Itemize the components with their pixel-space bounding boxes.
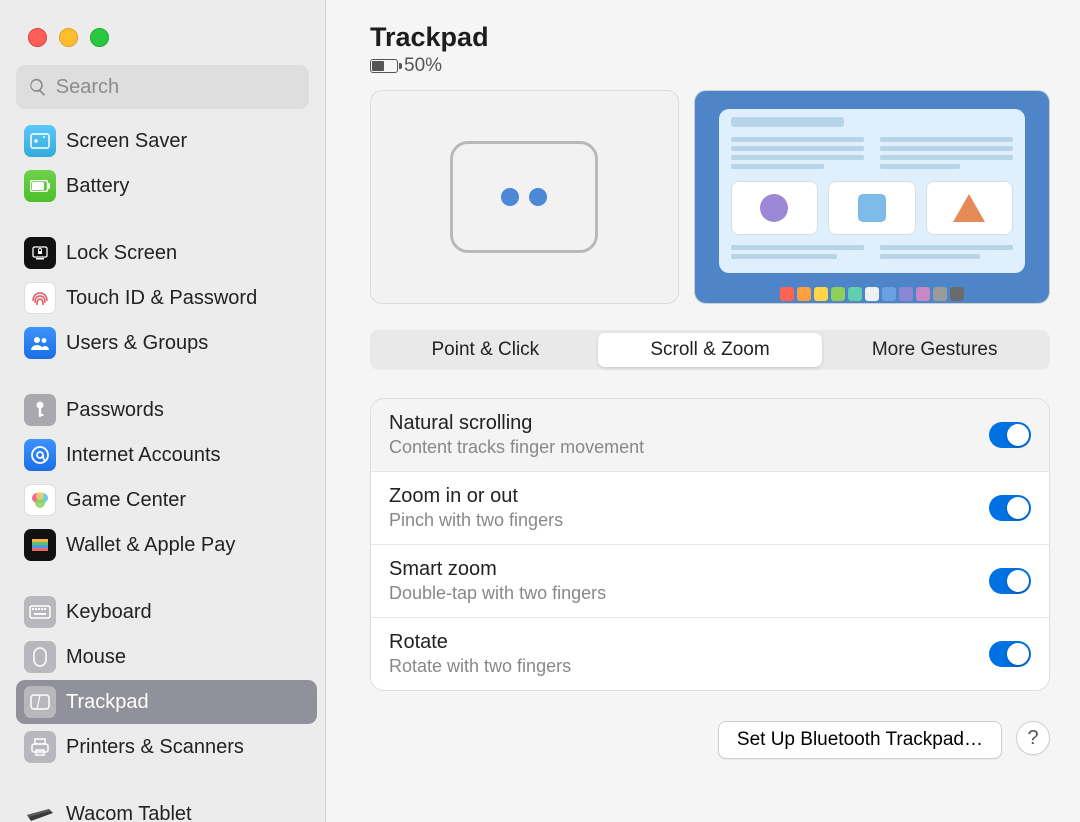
tabs: Point & Click Scroll & Zoom More Gesture… (370, 330, 1050, 370)
search-container (0, 47, 325, 119)
lock-screen-icon (24, 237, 56, 269)
setting-natural-scrolling: Natural scrolling Content tracks finger … (371, 399, 1049, 471)
page-title: Trackpad (370, 22, 1050, 53)
battery-level-icon (370, 59, 398, 73)
trackpad-gesture-preview (370, 90, 679, 304)
tab-scroll-zoom[interactable]: Scroll & Zoom (598, 333, 823, 367)
setting-desc: Double-tap with two fingers (389, 583, 606, 604)
sidebar-item-label: Passwords (66, 399, 164, 422)
sidebar-item-lock-screen[interactable]: Lock Screen (16, 231, 317, 275)
sidebar-item-internet-accounts[interactable]: Internet Accounts (16, 433, 317, 477)
sidebar-item-label: Screen Saver (66, 130, 187, 153)
bottom-row: Set Up Bluetooth Trackpad… ? (370, 721, 1050, 759)
passwords-icon (24, 394, 56, 426)
close-window-button[interactable] (28, 28, 47, 47)
sidebar-item-touch-id[interactable]: Touch ID & Password (16, 276, 317, 320)
sidebar-item-label: Lock Screen (66, 242, 177, 265)
sidebar-item-users-groups[interactable]: Users & Groups (16, 321, 317, 365)
keyboard-icon (24, 596, 56, 628)
sidebar-list: Screen Saver Battery Lock Screen Touch I… (0, 119, 325, 822)
sidebar-item-label: Battery (66, 175, 129, 198)
sidebar-item-screen-saver[interactable]: Screen Saver (16, 119, 317, 163)
sidebar-item-wacom-tablet[interactable]: Wacom Tablet (16, 792, 317, 822)
battery-percent: 50% (404, 55, 442, 77)
wallet-icon (24, 529, 56, 561)
switch-rotate[interactable] (989, 641, 1031, 667)
printers-icon (24, 731, 56, 763)
sidebar-item-label: Trackpad (66, 691, 149, 714)
tab-more-gestures[interactable]: More Gestures (822, 333, 1047, 367)
switch-smart-zoom[interactable] (989, 568, 1031, 594)
wacom-tablet-icon (24, 798, 56, 822)
search-field[interactable] (16, 65, 309, 109)
sidebar-item-trackpad[interactable]: Trackpad (16, 680, 317, 724)
sidebar-item-label: Game Center (66, 489, 186, 512)
sidebar-item-passwords[interactable]: Passwords (16, 388, 317, 432)
setting-title: Rotate (389, 631, 571, 654)
sidebar-item-game-center[interactable]: Game Center (16, 478, 317, 522)
search-input[interactable] (56, 76, 297, 99)
sidebar-item-label: Printers & Scanners (66, 736, 244, 759)
preview-dock (719, 287, 1026, 301)
settings-card: Natural scrolling Content tracks finger … (370, 398, 1050, 691)
setting-zoom-in-or-out: Zoom in or out Pinch with two fingers (371, 471, 1049, 544)
sidebar-item-label: Internet Accounts (66, 444, 221, 467)
setting-desc: Content tracks finger movement (389, 437, 644, 458)
battery-icon (24, 170, 56, 202)
minimize-window-button[interactable] (59, 28, 78, 47)
sidebar: Screen Saver Battery Lock Screen Touch I… (0, 0, 326, 822)
setting-title: Smart zoom (389, 558, 606, 581)
setting-rotate: Rotate Rotate with two fingers (371, 617, 1049, 690)
sidebar-item-keyboard[interactable]: Keyboard (16, 590, 317, 634)
switch-natural-scrolling[interactable] (989, 422, 1031, 448)
game-center-icon (24, 484, 56, 516)
finger-dot-icon (529, 188, 547, 206)
battery-status: 50% (370, 55, 1050, 77)
sidebar-item-battery[interactable]: Battery (16, 164, 317, 208)
sidebar-item-mouse[interactable]: Mouse (16, 635, 317, 679)
setting-desc: Rotate with two fingers (389, 656, 571, 677)
switch-zoom-in-or-out[interactable] (989, 495, 1031, 521)
preview-window (719, 109, 1026, 273)
trackpad-icon (24, 686, 56, 718)
search-icon (28, 76, 48, 98)
content: Trackpad 50% (326, 0, 1080, 822)
sidebar-item-label: Mouse (66, 646, 126, 669)
sidebar-item-label: Wallet & Apple Pay (66, 534, 235, 557)
window-controls (0, 0, 325, 47)
finger-dot-icon (501, 188, 519, 206)
sidebar-item-label: Keyboard (66, 601, 152, 624)
setting-title: Zoom in or out (389, 485, 563, 508)
internet-accounts-icon (24, 439, 56, 471)
setup-bluetooth-trackpad-button[interactable]: Set Up Bluetooth Trackpad… (718, 721, 1002, 759)
sidebar-item-wallet[interactable]: Wallet & Apple Pay (16, 523, 317, 567)
setting-desc: Pinch with two fingers (389, 510, 563, 531)
desktop-preview (694, 90, 1051, 304)
sidebar-item-label: Users & Groups (66, 332, 208, 355)
sidebar-item-label: Wacom Tablet (66, 803, 192, 822)
sidebar-item-label: Touch ID & Password (66, 287, 257, 310)
trackpad-shape-icon (450, 141, 598, 253)
zoom-window-button[interactable] (90, 28, 109, 47)
setting-smart-zoom: Smart zoom Double-tap with two fingers (371, 544, 1049, 617)
screen-saver-icon (24, 125, 56, 157)
help-button[interactable]: ? (1016, 721, 1050, 755)
mouse-icon (24, 641, 56, 673)
preview-row (370, 90, 1050, 304)
tab-point-click[interactable]: Point & Click (373, 333, 598, 367)
setting-title: Natural scrolling (389, 412, 644, 435)
users-groups-icon (24, 327, 56, 359)
touch-id-icon (24, 282, 56, 314)
sidebar-item-printers-scanners[interactable]: Printers & Scanners (16, 725, 317, 769)
